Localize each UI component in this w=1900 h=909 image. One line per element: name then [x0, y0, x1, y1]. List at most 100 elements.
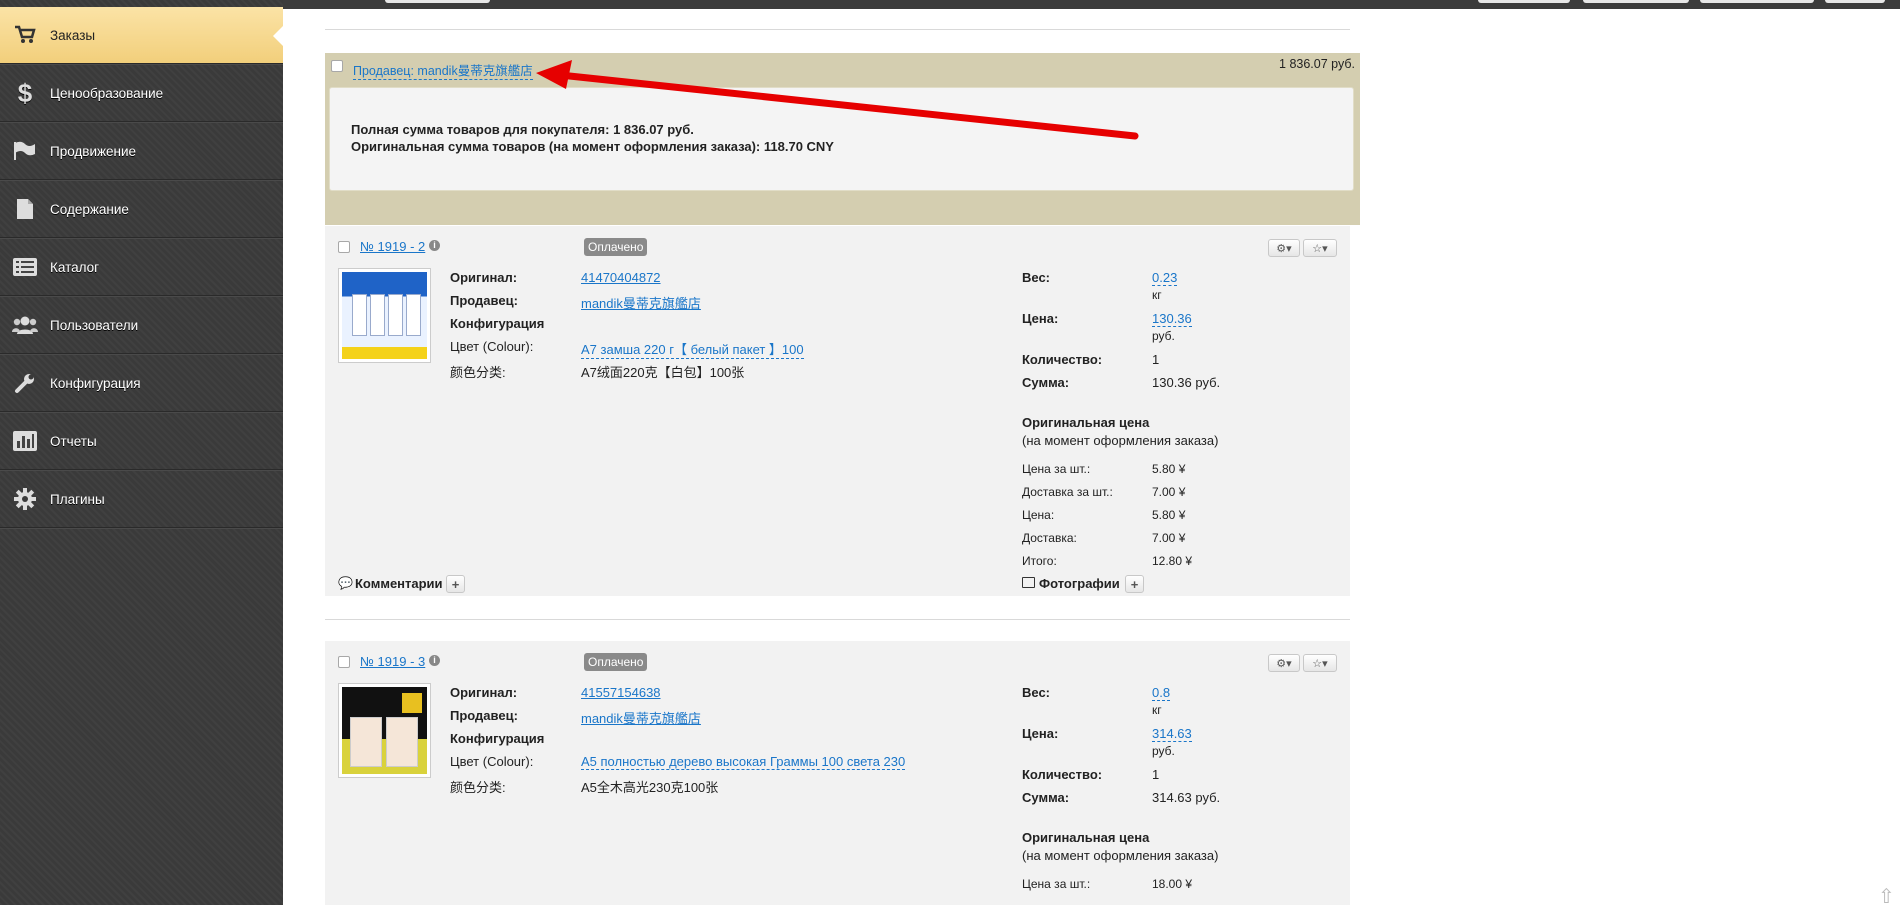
sidebar-item-content[interactable]: Содержание: [0, 181, 283, 238]
gear-icon: ⚙▾: [1276, 242, 1292, 255]
chart-icon: [0, 431, 50, 451]
color-label: Цвет (Colour):: [450, 754, 534, 769]
weight-label: Вес:: [1022, 685, 1051, 700]
toolbar-button[interactable]: [1700, 0, 1814, 3]
divider: [325, 619, 1350, 620]
color-label: Цвет (Colour):: [450, 339, 534, 354]
price2-label: Цена:: [1022, 508, 1055, 522]
quantity-value: 1: [1152, 352, 1160, 367]
unit-delivery-label: Доставка за шт.:: [1022, 485, 1113, 499]
price-value[interactable]: 314.63: [1152, 726, 1192, 742]
photos-label: Фотографии: [1039, 576, 1120, 591]
sidebar-item-label: Конфигурация: [50, 375, 141, 391]
add-comment-button[interactable]: +: [446, 575, 465, 593]
sum-value: 314.63 руб.: [1152, 790, 1221, 805]
sidebar-item-users[interactable]: Пользователи: [0, 297, 283, 354]
item-number-link[interactable]: № 1919 - 3: [360, 654, 425, 669]
info-icon[interactable]: i: [429, 655, 440, 666]
sidebar-item-label: Пользователи: [50, 317, 139, 333]
price-label: Цена:: [1022, 726, 1059, 741]
sidebar-item-label: Каталог: [50, 259, 100, 275]
color-cn-label: 颜色分类:: [450, 780, 506, 795]
color-cn-value: A7绒面220克【白包】100张: [581, 365, 745, 380]
photo-icon: [1022, 577, 1035, 588]
quantity-label: Количество:: [1022, 352, 1103, 367]
sidebar-item-pricing[interactable]: $ Ценообразование: [0, 65, 283, 122]
delivery-label: Доставка:: [1022, 531, 1077, 545]
seller-name-link[interactable]: mandik曼蒂克旗艦店: [581, 293, 701, 312]
weight-label: Вес:: [1022, 270, 1051, 285]
price-unit: руб.: [1152, 329, 1175, 343]
sidebar-item-label: Продвижение: [50, 143, 137, 159]
settings-dropdown-button[interactable]: ⚙▾: [1268, 654, 1300, 672]
star-icon: ☆▾: [1312, 242, 1328, 255]
item-checkbox[interactable]: [338, 656, 350, 668]
sidebar-item-configuration[interactable]: Конфигурация: [0, 355, 283, 412]
total-value: 12.80 ¥: [1152, 554, 1193, 568]
star-icon: ☆▾: [1312, 657, 1328, 670]
original-link[interactable]: 41557154638: [581, 685, 661, 700]
document-icon: [0, 198, 50, 220]
toolbar-button[interactable]: [385, 0, 490, 3]
sidebar-item-label: Отчеты: [50, 433, 97, 449]
top-toolbar: [0, 0, 1900, 9]
favorite-dropdown-button[interactable]: ☆▾: [1303, 239, 1337, 257]
dollar-icon: $: [17, 77, 33, 108]
item-checkbox[interactable]: [338, 241, 350, 253]
quantity-label: Количество:: [1022, 767, 1103, 782]
sidebar-item-plugins[interactable]: Плагины: [0, 471, 283, 528]
status-badge: Оплачено: [584, 653, 648, 671]
sidebar-item-label: Заказы: [50, 27, 96, 43]
weight-value[interactable]: 0.8: [1152, 685, 1171, 701]
item-number-link[interactable]: № 1919 - 2: [360, 239, 425, 254]
sidebar-item-reports[interactable]: Отчеты: [0, 413, 283, 470]
price-value[interactable]: 130.36: [1152, 311, 1192, 327]
product-thumbnail[interactable]: [338, 268, 431, 363]
cart-icon: [0, 25, 50, 45]
sum-value: 130.36 руб.: [1152, 375, 1221, 390]
seller-name-link[interactable]: mandik曼蒂克旗艦店: [581, 708, 701, 727]
seller-checkbox[interactable]: [331, 60, 343, 72]
users-icon: [0, 315, 50, 335]
seller-total: 1 836.07 руб.: [1279, 57, 1355, 71]
order-item: № 1919 - 3 i Оплачено ⚙▾ ☆▾ Оригинал: 41…: [325, 641, 1350, 905]
sidebar-item-label: Ценообразование: [50, 85, 164, 101]
quantity-value: 1: [1152, 767, 1160, 782]
sidebar-item-catalog[interactable]: Каталог: [0, 239, 283, 296]
favorite-dropdown-button[interactable]: ☆▾: [1303, 654, 1337, 672]
unit-price-label: Цена за шт.:: [1022, 877, 1091, 891]
toolbar-button[interactable]: [1478, 0, 1570, 3]
color-cn-value: A5全木高光230克100张: [581, 780, 719, 795]
add-photo-button[interactable]: +: [1125, 575, 1144, 593]
gear-icon: ⚙▾: [1276, 657, 1292, 670]
info-icon[interactable]: i: [429, 240, 440, 251]
weight-unit: кг: [1152, 288, 1162, 302]
scroll-top-icon[interactable]: ⇧: [1878, 884, 1895, 909]
weight-value[interactable]: 0.23: [1152, 270, 1178, 286]
original-price-heading: Оригинальная цена: [1022, 830, 1150, 845]
config-label: Конфигурация: [450, 316, 545, 331]
color-cn-label: 颜色分类:: [450, 365, 506, 380]
color-value-link[interactable]: A7 замша 220 г【 белый пакет 】100: [581, 339, 804, 359]
status-badge: Оплачено: [584, 238, 648, 256]
price-label: Цена:: [1022, 311, 1059, 326]
sum-label: Сумма:: [1022, 790, 1070, 805]
list-icon: [0, 258, 50, 276]
original-link[interactable]: 41470404872: [581, 270, 661, 285]
seller-link[interactable]: Продавец: mandik曼蒂克旗艦店: [353, 60, 533, 80]
color-value-link[interactable]: A5 полностью дерево высокая Граммы 100 с…: [581, 754, 906, 770]
original-price-heading: Оригинальная цена: [1022, 415, 1150, 430]
sum-label: Сумма:: [1022, 375, 1070, 390]
settings-dropdown-button[interactable]: ⚙▾: [1268, 239, 1300, 257]
seller-label: Продавец:: [450, 708, 518, 723]
sidebar-item-label: Содержание: [50, 201, 129, 217]
price-unit: руб.: [1152, 744, 1175, 758]
toolbar-button[interactable]: [1825, 0, 1885, 3]
product-thumbnail[interactable]: [338, 683, 431, 778]
original-label: Оригинал:: [450, 685, 518, 700]
sidebar-item-orders[interactable]: Заказы: [0, 7, 283, 64]
toolbar-button[interactable]: [1583, 0, 1689, 3]
wrench-icon: [0, 372, 50, 394]
divider: [325, 29, 1350, 30]
sidebar-item-promotion[interactable]: Продвижение: [0, 123, 283, 180]
